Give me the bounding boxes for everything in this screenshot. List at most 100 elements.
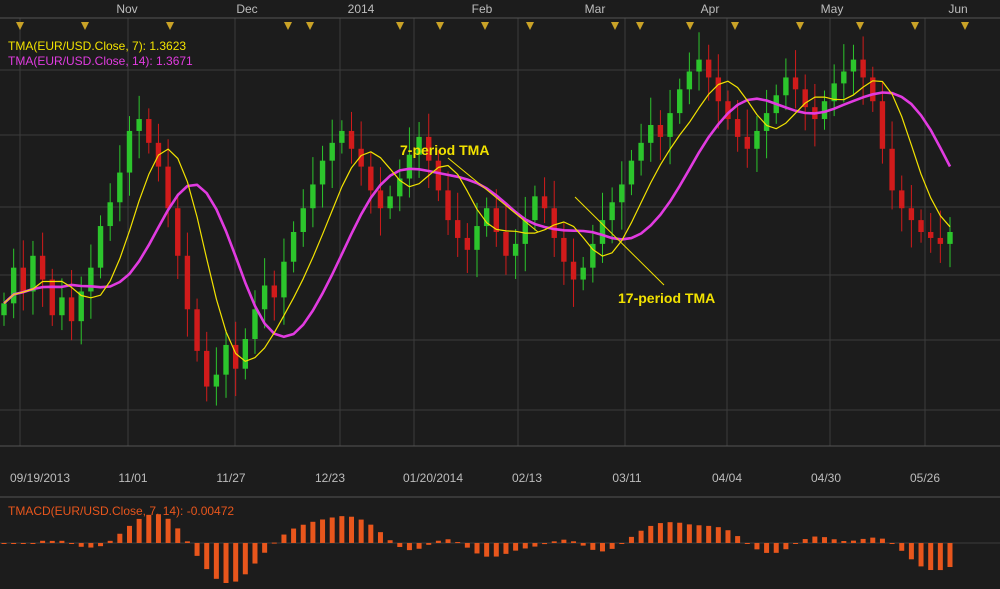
tmacd-bar	[928, 543, 934, 571]
tmacd-bar	[706, 525, 712, 543]
bottom-axis-label: 02/13	[512, 471, 542, 485]
candle-body	[609, 202, 615, 221]
tmacd-bar	[262, 543, 268, 553]
tmacd-bar	[69, 543, 75, 544]
candle-body	[648, 125, 654, 143]
candle-body	[271, 285, 277, 298]
tmacd-bar	[580, 543, 586, 546]
tmacd-bar	[513, 543, 519, 551]
annotation-7-period-tma: 7-period TMA	[400, 142, 490, 158]
tmacd-bar	[590, 543, 596, 550]
candle-body	[194, 309, 200, 351]
candle-body	[783, 77, 789, 96]
tmacd-bar	[213, 543, 219, 579]
candle-body	[213, 374, 220, 387]
tmacd-bar	[20, 543, 26, 544]
top-axis-label: Jun	[948, 2, 967, 16]
tmacd-bar	[223, 543, 229, 583]
bottom-axis-label: 04/04	[712, 471, 742, 485]
candle-body	[841, 71, 847, 84]
tmacd-bar	[648, 525, 654, 543]
annotation-17-period-tma: 17-period TMA	[618, 290, 716, 306]
tmacd-bar	[464, 543, 470, 548]
candle-body	[136, 119, 142, 131]
candle-body	[628, 160, 635, 185]
candle-body	[927, 232, 934, 238]
tmacd-bar	[117, 533, 123, 543]
tmacd-bar	[339, 516, 345, 543]
tmacd-bar	[387, 540, 393, 543]
bottom-axis-label: 03/11	[612, 471, 641, 485]
tmacd-bar	[725, 530, 731, 543]
tmacd-bar	[773, 543, 779, 553]
candle-body	[88, 267, 94, 292]
candle-body	[435, 160, 442, 191]
tmacd-bar	[11, 543, 17, 544]
tmacd-bar	[850, 540, 856, 543]
candle-body	[165, 166, 171, 209]
candle-body	[677, 89, 683, 114]
candle-body	[541, 196, 548, 209]
legend-tmacd: TMACD(EUR/USD.Close, 7, 14): -0.00472	[8, 504, 235, 518]
tmacd-bar	[715, 527, 721, 543]
candle-body	[97, 226, 104, 268]
tmacd-bar	[98, 543, 104, 547]
tmacd-bar	[406, 543, 412, 551]
candle-body	[638, 142, 644, 161]
tmacd-bar	[677, 522, 683, 543]
tmacd-bar	[310, 521, 316, 543]
tmacd-bar	[870, 537, 876, 543]
tmacd-bar	[194, 543, 200, 556]
legend-tma14: TMA(EUR/USD.Close, 14): 1.3671	[8, 54, 193, 68]
tmacd-bar	[599, 543, 605, 552]
tmacd-bar	[184, 541, 190, 543]
tmacd-bar	[40, 540, 46, 543]
candle-body	[39, 255, 46, 280]
candle-body	[1, 303, 7, 316]
tmacd-bar	[252, 543, 258, 564]
candle-body	[377, 190, 384, 209]
bottom-axis-label: 12/23	[315, 471, 345, 485]
candle-body	[686, 71, 693, 90]
candle-body	[551, 208, 557, 238]
top-axis-label: 2014	[348, 2, 375, 16]
tmacd-bar	[542, 543, 548, 545]
tmacd-bar	[744, 543, 750, 544]
legend-tma7: TMA(EUR/USD.Close, 7): 1.3623	[8, 39, 187, 53]
candle-body	[474, 226, 480, 250]
tmacd-bar	[764, 543, 770, 553]
candle-body	[348, 130, 355, 149]
candle-body	[10, 267, 17, 304]
candle-body	[68, 297, 75, 322]
tmacd-bar	[532, 543, 538, 547]
tmacd-bar	[300, 524, 306, 543]
candle-body	[310, 184, 316, 209]
tmacd-bar	[889, 543, 895, 544]
tmacd-bar	[416, 543, 422, 549]
candle-body	[59, 297, 65, 316]
tmacd-bar	[657, 523, 663, 543]
tmacd-bar	[455, 542, 461, 544]
candle-body	[532, 196, 538, 221]
candle-body	[908, 208, 915, 221]
candle-body	[204, 350, 210, 387]
tmacd-bar	[908, 543, 914, 560]
price-chart: Nov Dec 2014 Feb Mar Apr May Jun 09/19/2013 11/0…	[0, 0, 1000, 589]
tmacd-bar	[484, 543, 490, 557]
tmacd-bar	[165, 518, 171, 543]
tmacd-bar	[30, 543, 36, 544]
tmacd-bar	[609, 543, 615, 549]
candle-body	[696, 59, 702, 72]
tmacd-bar	[831, 539, 837, 543]
candle-body	[261, 285, 268, 310]
tmacd-bar	[204, 543, 210, 570]
tmacd-bar	[377, 532, 383, 543]
top-axis-label: Apr	[701, 2, 720, 16]
candle-body	[30, 255, 36, 292]
tmacd-bar	[59, 540, 65, 543]
candle-body	[580, 267, 586, 280]
tmacd-bar	[242, 543, 248, 575]
candle-body	[947, 232, 953, 244]
tmacd-bar	[638, 530, 644, 543]
tmacd-bar	[619, 543, 625, 544]
